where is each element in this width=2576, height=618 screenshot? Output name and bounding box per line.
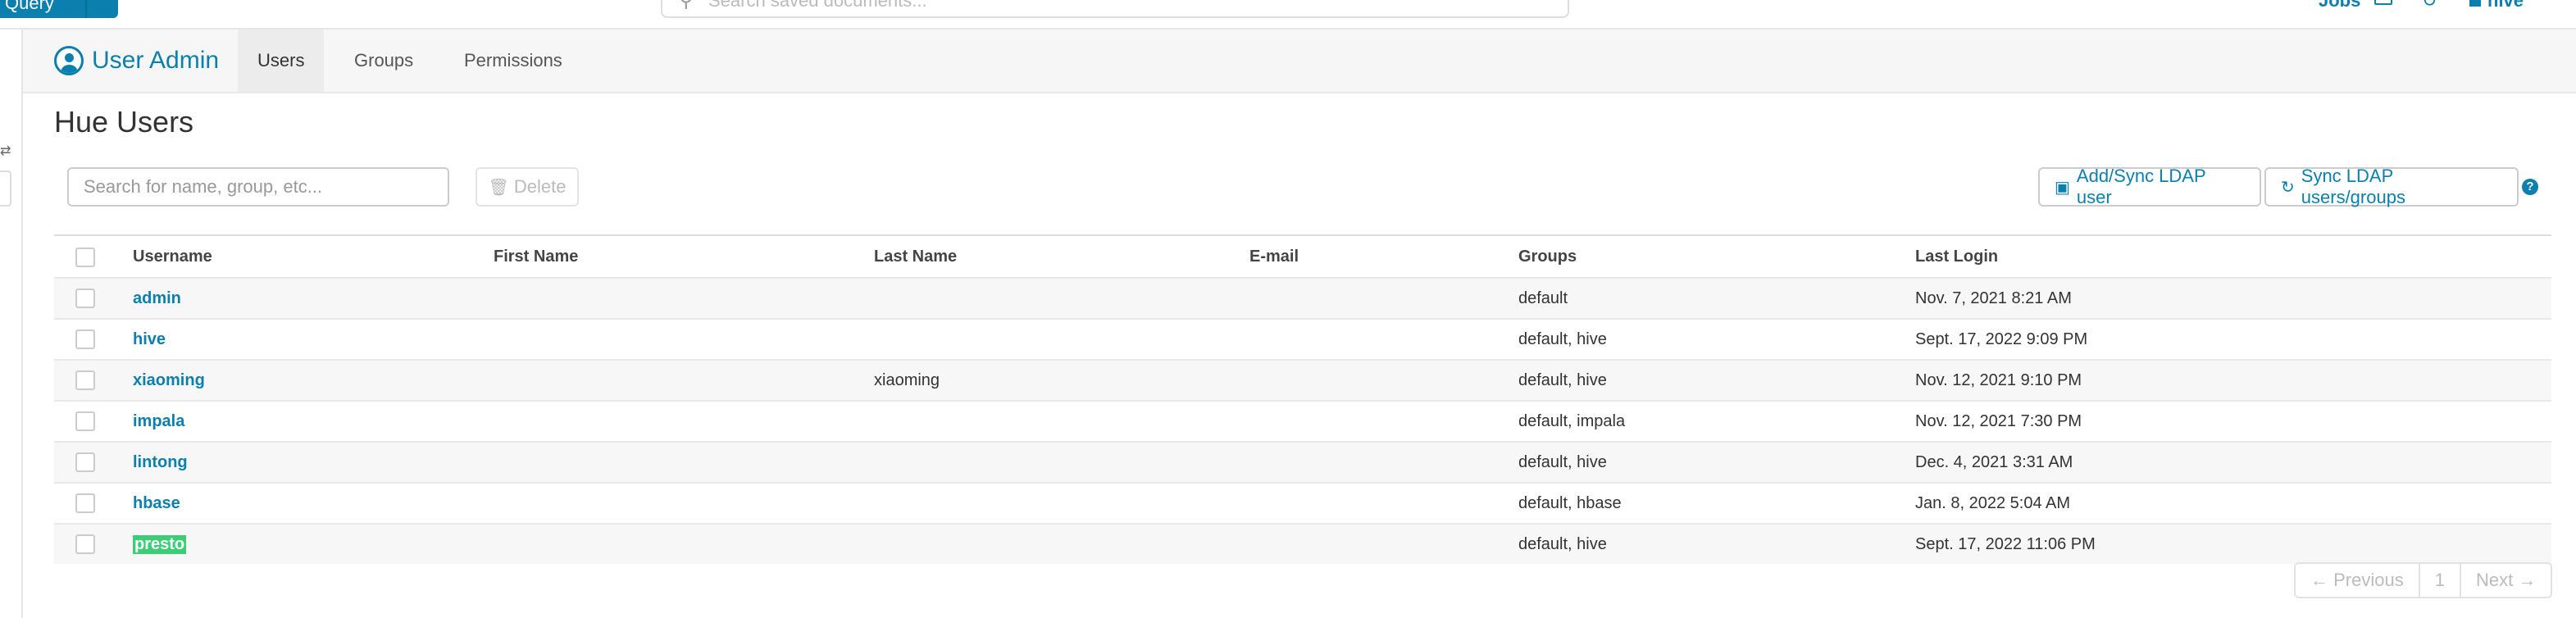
groups-cell: default, hbase xyxy=(1518,493,1622,512)
global-search-input[interactable]: ⚲ Search saved documents... xyxy=(661,0,1569,18)
user-admin-icon xyxy=(54,46,84,75)
last-login-cell: Nov. 7, 2021 8:21 AM xyxy=(1915,289,2072,307)
left-sidebar: ⇄ xyxy=(0,30,23,618)
app-brand[interactable]: User Admin xyxy=(54,44,219,77)
briefcase-icon: ▣ xyxy=(2055,178,2070,197)
column-header-groups[interactable]: Groups xyxy=(1518,236,1577,277)
last-login-cell: Sept. 17, 2022 9:09 PM xyxy=(1915,329,2088,348)
refresh-icon: ↻ xyxy=(2281,178,2295,197)
groups-cell: default, hive xyxy=(1518,452,1607,471)
user-search-input[interactable] xyxy=(67,167,449,207)
last-login-cell: Nov. 12, 2021 7:30 PM xyxy=(1915,411,2082,430)
column-header-first-name[interactable]: First Name xyxy=(494,236,578,277)
users-table: Username First Name Last Name E-mail Gro… xyxy=(54,234,2551,564)
history-icon[interactable]: ↻ xyxy=(2422,0,2437,11)
tab-permissions[interactable]: Permissions xyxy=(444,30,582,92)
groups-cell: default, hive xyxy=(1518,534,1607,553)
table-row: lintong default, hive Dec. 4, 2021 3:31 … xyxy=(54,441,2551,482)
add-sync-ldap-user-label: Add/Sync LDAP user xyxy=(2076,166,2206,207)
table-row: hive default, hive Sept. 17, 2022 9:09 P… xyxy=(54,318,2551,359)
top-navbar: Query ⚲ Search saved documents... Jobs ↻… xyxy=(0,0,2576,30)
sync-ldap-users-groups-label: Sync LDAP users/groups xyxy=(2301,166,2405,207)
groups-cell: default xyxy=(1518,289,1568,307)
groups-cell: default, hive xyxy=(1518,370,1607,389)
sidebar-toggle-icon[interactable]: ⇄ xyxy=(0,143,11,162)
pagination: ← Previous 1 Next → xyxy=(2294,562,2553,598)
last-login-cell: Jan. 8, 2022 5:04 AM xyxy=(1915,493,2071,512)
query-button-label: Query xyxy=(5,0,54,13)
jobs-link[interactable]: Jobs xyxy=(2319,0,2360,11)
select-all-checkbox[interactable] xyxy=(75,248,95,267)
table-row: admin default Nov. 7, 2021 8:21 AM xyxy=(54,277,2551,318)
row-checkbox[interactable] xyxy=(75,370,95,390)
previous-page-button[interactable]: ← Previous xyxy=(2294,562,2420,598)
groups-cell: default, hive xyxy=(1518,329,1607,348)
table-row: impala default, impala Nov. 12, 2021 7:3… xyxy=(54,400,2551,441)
row-checkbox[interactable] xyxy=(75,329,95,349)
column-header-email[interactable]: E-mail xyxy=(1249,236,1299,277)
last-name-cell: xiaoming xyxy=(874,370,940,389)
username-link[interactable]: presto xyxy=(133,534,187,554)
sync-ldap-users-groups-button[interactable]: ↻ Sync LDAP users/groups xyxy=(2264,166,2519,207)
delete-button[interactable]: 🗑 Delete xyxy=(476,167,579,207)
user-menu[interactable]: hive xyxy=(2487,0,2524,11)
groups-cell: default, impala xyxy=(1518,411,1626,430)
username-link[interactable]: xiaoming xyxy=(133,371,205,390)
question-circle-icon[interactable]: ? xyxy=(2522,179,2538,195)
username-link[interactable]: admin xyxy=(133,289,181,308)
last-login-cell: Dec. 4, 2021 3:31 AM xyxy=(1915,452,2073,471)
username-link[interactable]: hbase xyxy=(133,494,180,513)
query-dropdown-divider xyxy=(85,0,87,18)
trash-icon: 🗑 xyxy=(488,178,509,197)
next-page-button[interactable]: Next → xyxy=(2459,562,2553,598)
user-icon xyxy=(2469,0,2481,7)
last-login-cell: Nov. 12, 2021 9:10 PM xyxy=(1915,370,2082,389)
table-row: hbase default, hbase Jan. 8, 2022 5:04 A… xyxy=(54,482,2551,523)
table-header-row: Username First Name Last Name E-mail Gro… xyxy=(54,234,2551,277)
add-sync-ldap-user-button[interactable]: ▣ Add/Sync LDAP user xyxy=(2038,166,2261,207)
column-header-last-name[interactable]: Last Name xyxy=(874,236,957,277)
global-search-placeholder: Search saved documents... xyxy=(708,0,927,11)
sidebar-panel-handle[interactable] xyxy=(0,170,11,207)
app-title: User Admin xyxy=(92,47,220,74)
last-login-cell: Sept. 17, 2022 11:06 PM xyxy=(1915,534,2096,553)
table-row: presto default, hive Sept. 17, 2022 11:0… xyxy=(54,523,2551,564)
app-header: User Admin Users Groups Permissions xyxy=(23,30,2576,93)
column-header-last-login[interactable]: Last Login xyxy=(1915,236,1998,277)
username-link[interactable]: lintong xyxy=(133,453,188,472)
row-checkbox[interactable] xyxy=(75,493,95,513)
row-checkbox[interactable] xyxy=(75,452,95,472)
username-link[interactable]: impala xyxy=(133,412,184,431)
query-button[interactable]: Query xyxy=(0,0,118,18)
row-checkbox[interactable] xyxy=(75,411,95,431)
page-number-1[interactable]: 1 xyxy=(2419,562,2460,598)
column-header-username[interactable]: Username xyxy=(133,236,212,277)
username-link[interactable]: hive xyxy=(133,330,166,349)
tab-groups[interactable]: Groups xyxy=(335,30,433,92)
page-title: Hue Users xyxy=(54,105,194,139)
row-checkbox[interactable] xyxy=(75,289,95,308)
table-row: xiaoming xiaoming default, hive Nov. 12,… xyxy=(54,359,2551,400)
row-checkbox[interactable] xyxy=(75,534,95,554)
delete-button-label: Delete xyxy=(513,176,567,197)
search-icon: ⚲ xyxy=(679,0,694,11)
jobs-icon xyxy=(2374,0,2392,5)
tab-users[interactable]: Users xyxy=(238,30,325,92)
